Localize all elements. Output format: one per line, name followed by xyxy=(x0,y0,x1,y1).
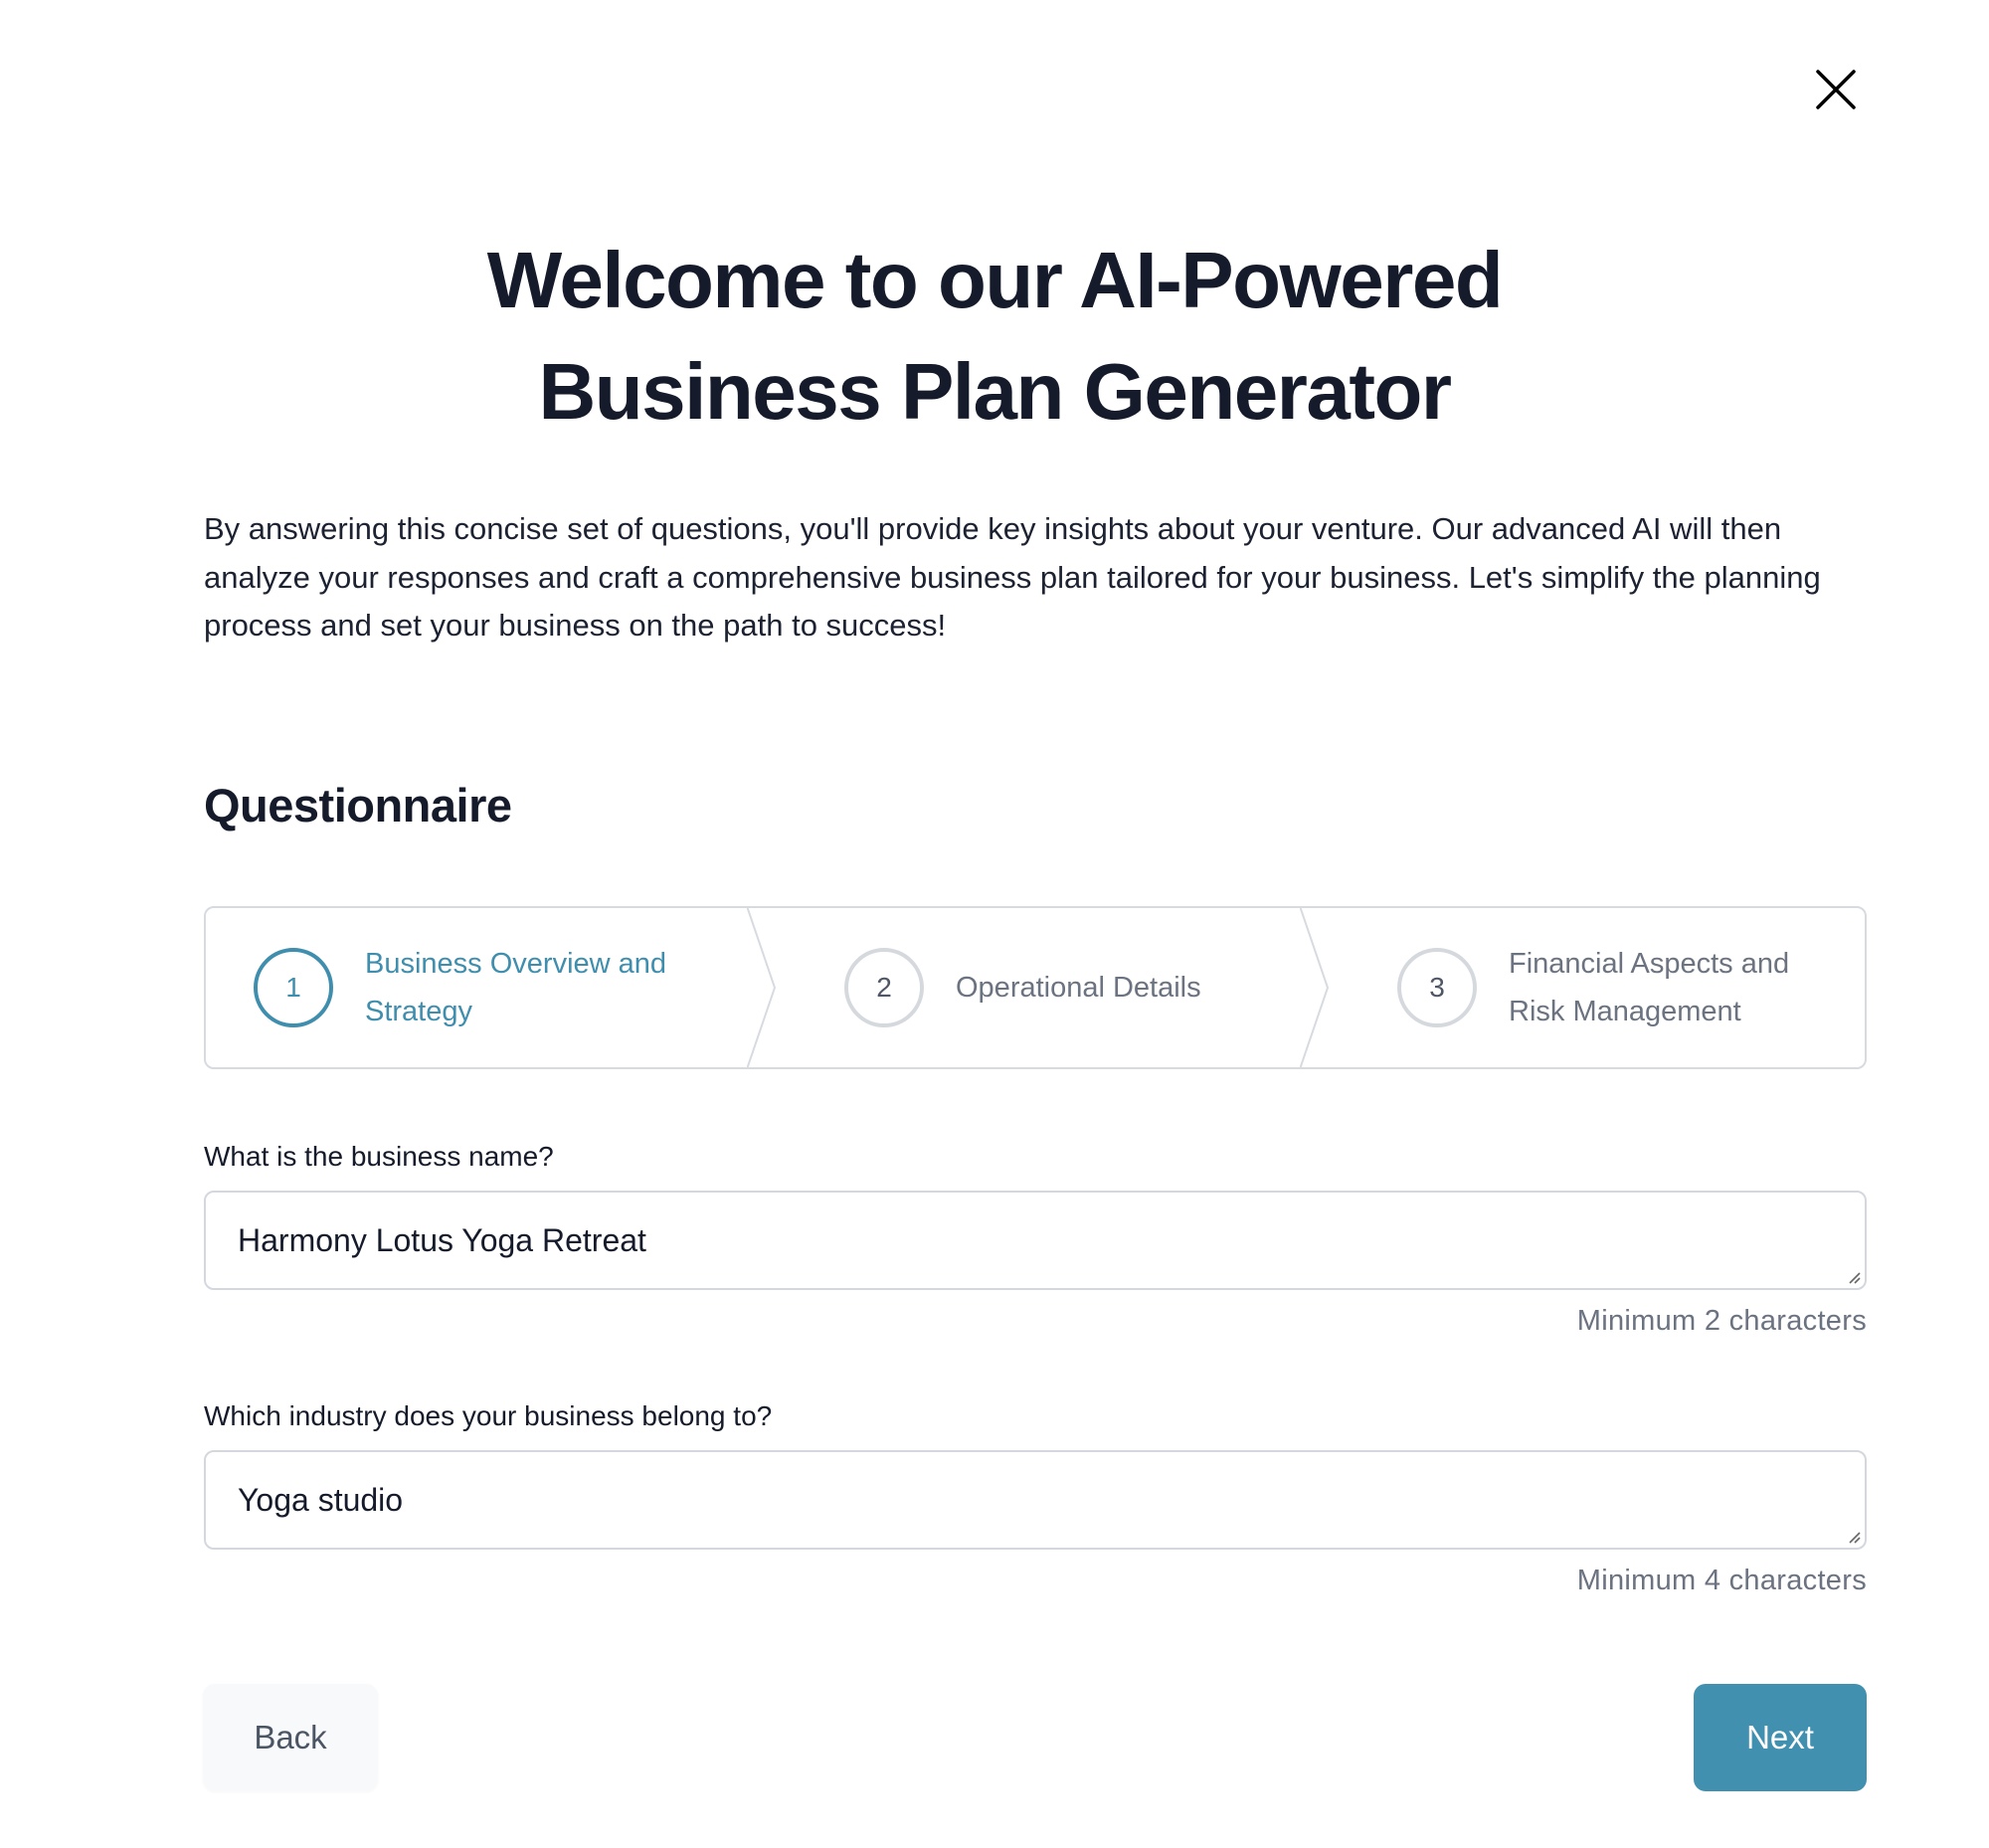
step-2-label: Operational Details xyxy=(956,972,1201,1004)
step-1-number: 1 xyxy=(254,948,333,1027)
industry-label: Which industry does your business belong… xyxy=(204,1400,773,1431)
progress-stepper: 1 Business Overview and Strategy 2 Opera… xyxy=(204,906,1867,1069)
intro-paragraph: By answering this concise set of questio… xyxy=(204,511,1821,643)
page-title-line1: Welcome to our AI-Powered xyxy=(486,236,1504,324)
step-1-label: Business Overview and Strategy xyxy=(365,948,667,1027)
step-3[interactable]: 3 Financial Aspects and Risk Management xyxy=(1312,908,1865,1067)
resize-handle-icon[interactable] xyxy=(1845,1268,1861,1284)
back-button[interactable]: Back xyxy=(203,1684,378,1791)
business-name-label: What is the business name? xyxy=(204,1141,554,1172)
resize-handle-icon[interactable] xyxy=(1845,1528,1861,1544)
step-3-label: Financial Aspects and Risk Management xyxy=(1509,948,1790,1027)
industry-value: Yoga studio xyxy=(238,1481,404,1518)
business-name-input[interactable]: Harmony Lotus Yoga Retreat xyxy=(204,1191,1867,1290)
business-name-helper: Minimum 2 characters xyxy=(1576,1305,1867,1337)
page-title-line2: Business Plan Generator xyxy=(538,347,1452,436)
page-title: Welcome to our AI-Powered Business Plan … xyxy=(0,225,1989,448)
industry-helper: Minimum 4 characters xyxy=(1576,1565,1867,1596)
close-button[interactable] xyxy=(1812,66,1860,113)
step-3-number: 3 xyxy=(1397,948,1477,1027)
step-2[interactable]: 2 Operational Details xyxy=(759,908,1330,1067)
close-x-icon xyxy=(1816,70,1856,109)
next-button[interactable]: Next xyxy=(1694,1684,1867,1791)
industry-input[interactable]: Yoga studio xyxy=(204,1450,1867,1550)
step-2-number: 2 xyxy=(844,948,924,1027)
business-name-value: Harmony Lotus Yoga Retreat xyxy=(238,1221,646,1258)
step-1[interactable]: 1 Business Overview and Strategy xyxy=(206,908,777,1067)
questionnaire-title: Questionnaire xyxy=(204,779,512,832)
